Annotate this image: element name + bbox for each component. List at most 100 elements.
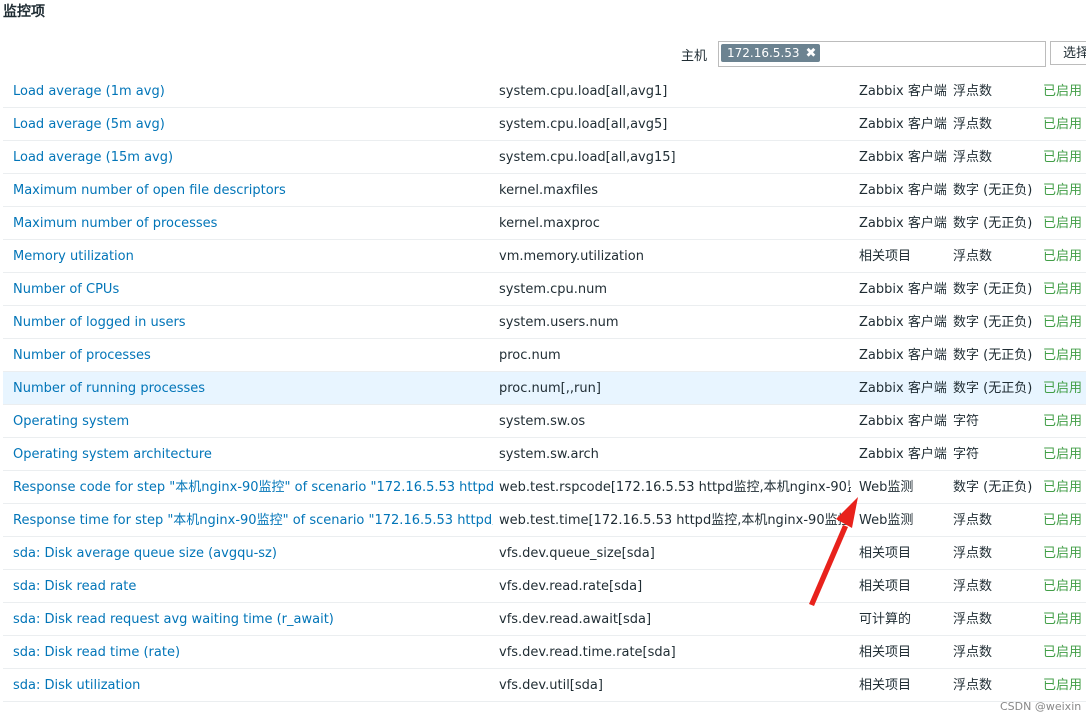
item-key: web.test.rspcode[172.16.5.53 httpd监控,本机n… <box>499 480 851 495</box>
item-value-type: 数字 (无正负) <box>953 480 1033 495</box>
item-name-link[interactable]: sda: Disk read time (rate) <box>13 636 493 669</box>
item-type: Zabbix 客户端 <box>859 150 947 165</box>
item-name-link[interactable]: Number of running processes <box>13 372 493 405</box>
item-status-link[interactable]: 已启用 <box>1043 306 1086 339</box>
item-status-link[interactable]: 已启用 <box>1043 339 1086 372</box>
item-name-link[interactable]: Number of processes <box>13 339 493 372</box>
item-status-link[interactable]: 已启用 <box>1043 570 1086 603</box>
item-key: web.test.time[172.16.5.53 httpd监控,本机ngin… <box>499 513 851 528</box>
item-type: Zabbix 客户端 <box>859 84 947 99</box>
host-filter-input[interactable]: 172.16.5.53 ✖ <box>718 41 1046 67</box>
item-value-type: 浮点数 <box>953 645 993 660</box>
item-key: system.cpu.load[all,avg15] <box>499 150 676 165</box>
item-type: Zabbix 客户端 <box>859 381 947 396</box>
table-row: Response code for step "本机nginx-90监控" of… <box>3 471 1086 504</box>
item-value-type: 浮点数 <box>953 513 993 528</box>
item-status-link[interactable]: 已启用 <box>1043 669 1086 702</box>
item-name-link[interactable]: Load average (15m avg) <box>13 141 493 174</box>
remove-tag-icon[interactable]: ✖ <box>806 46 817 61</box>
item-key: system.cpu.load[all,avg5] <box>499 117 668 132</box>
item-value-type: 字符 <box>953 414 980 429</box>
table-row: Operating system system.sw.os Zabbix 客户端 字符… <box>3 405 1086 438</box>
items-table: Load average (1m avg) system.cpu.load[all… <box>3 75 1086 702</box>
item-type: 相关项目 <box>859 678 912 693</box>
item-key: vfs.dev.queue_size[sda] <box>499 546 655 561</box>
table-row: Load average (15m avg) system.cpu.load[al… <box>3 141 1086 174</box>
item-name-link[interactable]: Number of CPUs <box>13 273 493 306</box>
item-type: 相关项目 <box>859 579 912 594</box>
item-status-link[interactable]: 已启用 <box>1043 240 1086 273</box>
table-row: sda: Disk average queue size (avgqu-sz) v… <box>3 537 1086 570</box>
host-filter-label: 主机 <box>681 49 708 64</box>
item-status-link[interactable]: 已启用 <box>1043 504 1086 537</box>
item-value-type: 数字 (无正负) <box>953 183 1033 198</box>
item-type: 相关项目 <box>859 249 912 264</box>
table-row: sda: Disk utilization vfs.dev.util[sda] 相关… <box>3 669 1086 702</box>
item-status-link[interactable]: 已启用 <box>1043 75 1086 108</box>
item-status-link[interactable]: 已启用 <box>1043 537 1086 570</box>
item-type: Zabbix 客户端 <box>859 447 947 462</box>
item-value-type: 数字 (无正负) <box>953 315 1033 330</box>
table-row: Maximum number of open file descriptors k… <box>3 174 1086 207</box>
item-name-link[interactable]: sda: Disk average queue size (avgqu-sz) <box>13 537 493 570</box>
item-key: proc.num[,,run] <box>499 381 601 396</box>
item-type: 可计算的 <box>859 612 912 627</box>
table-row: Load average (5m avg) system.cpu.load[all… <box>3 108 1086 141</box>
item-status-link[interactable]: 已启用 <box>1043 108 1086 141</box>
table-row: sda: Disk read rate vfs.dev.read.rate[sda… <box>3 570 1086 603</box>
item-value-type: 浮点数 <box>953 579 993 594</box>
item-value-type: 浮点数 <box>953 678 993 693</box>
item-status-link[interactable]: 已启用 <box>1043 273 1086 306</box>
item-status-link[interactable]: 已启用 <box>1043 174 1086 207</box>
item-name-link[interactable]: Maximum number of processes <box>13 207 493 240</box>
item-key: vfs.dev.read.await[sda] <box>499 612 652 627</box>
item-type: Web监测 <box>859 513 914 528</box>
item-value-type: 数字 (无正负) <box>953 216 1033 231</box>
item-name-link[interactable]: Response time for step "本机nginx-90监控" of… <box>13 504 493 537</box>
table-row: Number of processes proc.num Zabbix 客户端 数字 … <box>3 339 1086 372</box>
item-type: Zabbix 客户端 <box>859 282 947 297</box>
table-row: sda: Disk read request avg waiting time … <box>3 603 1086 636</box>
item-name-link[interactable]: Operating system <box>13 405 493 438</box>
item-value-type: 浮点数 <box>953 612 993 627</box>
item-name-link[interactable]: sda: Disk read rate <box>13 570 493 603</box>
item-status-link[interactable]: 已启用 <box>1043 438 1086 471</box>
item-key: kernel.maxfiles <box>499 183 599 198</box>
item-key: proc.num <box>499 348 561 363</box>
item-value-type: 浮点数 <box>953 117 993 132</box>
item-name-link[interactable]: sda: Disk utilization <box>13 669 493 702</box>
item-status-link[interactable]: 已启用 <box>1043 603 1086 636</box>
item-type: Web监测 <box>859 480 914 495</box>
page-title: 监控项 <box>3 4 45 20</box>
table-row: Response time for step "本机nginx-90监控" of… <box>3 504 1086 537</box>
item-name-link[interactable]: Number of logged in users <box>13 306 493 339</box>
item-name-link[interactable]: Maximum number of open file descriptors <box>13 174 493 207</box>
item-status-link[interactable]: 已启用 <box>1043 372 1086 405</box>
item-status-link[interactable]: 已启用 <box>1043 141 1086 174</box>
table-row: Number of logged in users system.users.nu… <box>3 306 1086 339</box>
item-key: system.sw.os <box>499 414 586 429</box>
item-status-link[interactable]: 已启用 <box>1043 471 1086 504</box>
table-row: Number of running processes proc.num[,,ru… <box>3 372 1086 405</box>
item-type: 相关项目 <box>859 546 912 561</box>
table-row: sda: Disk read time (rate) vfs.dev.read.t… <box>3 636 1086 669</box>
item-type: Zabbix 客户端 <box>859 414 947 429</box>
item-name-link[interactable]: Memory utilization <box>13 240 493 273</box>
table-row: Load average (1m avg) system.cpu.load[all… <box>3 75 1086 108</box>
item-type: Zabbix 客户端 <box>859 315 947 330</box>
item-name-link[interactable]: Response code for step "本机nginx-90监控" of… <box>13 471 493 504</box>
item-type: 相关项目 <box>859 645 912 660</box>
item-status-link[interactable]: 已启用 <box>1043 207 1086 240</box>
item-status-link[interactable]: 已启用 <box>1043 636 1086 669</box>
host-tag: 172.16.5.53 ✖ <box>721 44 821 62</box>
item-name-link[interactable]: Load average (1m avg) <box>13 75 493 108</box>
item-key: vfs.dev.read.rate[sda] <box>499 579 643 594</box>
item-name-link[interactable]: sda: Disk read request avg waiting time … <box>13 603 493 636</box>
item-type: Zabbix 客户端 <box>859 216 947 231</box>
item-key: kernel.maxproc <box>499 216 600 231</box>
item-type: Zabbix 客户端 <box>859 183 947 198</box>
select-host-button[interactable]: 选择 <box>1050 41 1086 65</box>
item-status-link[interactable]: 已启用 <box>1043 405 1086 438</box>
item-name-link[interactable]: Operating system architecture <box>13 438 493 471</box>
item-name-link[interactable]: Load average (5m avg) <box>13 108 493 141</box>
